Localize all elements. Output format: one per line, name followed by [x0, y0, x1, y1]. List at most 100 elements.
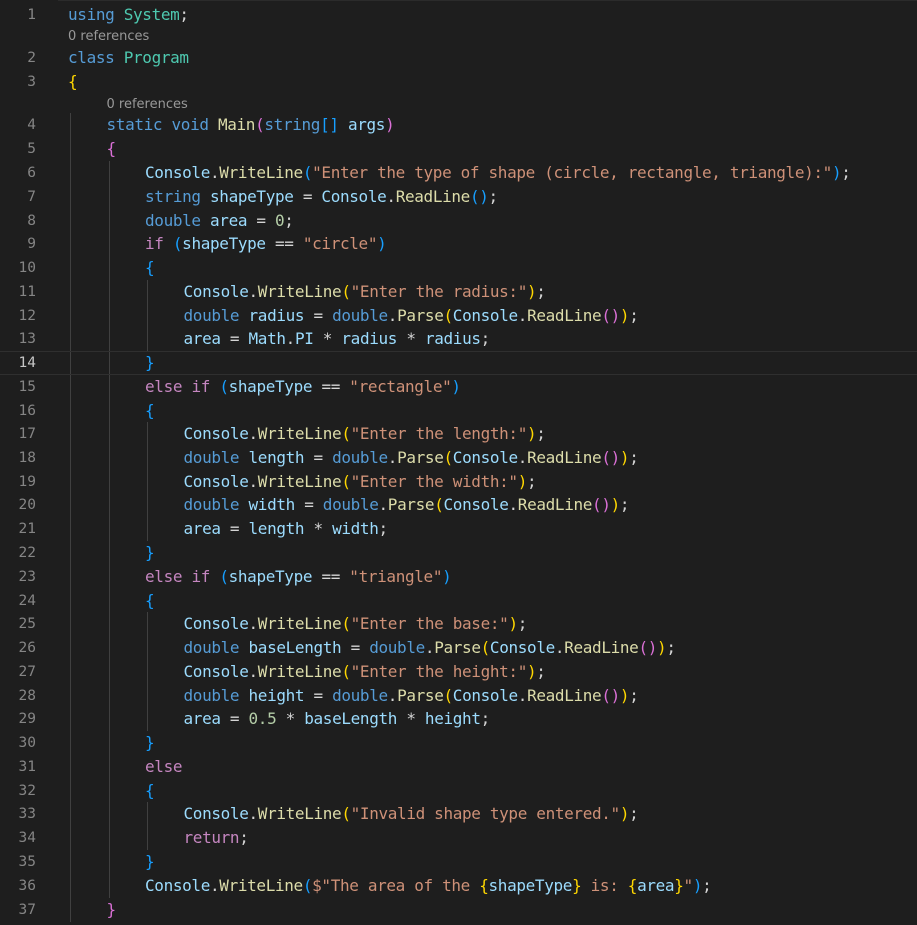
- line-number[interactable]: 32: [0, 779, 36, 803]
- code-text[interactable]: {: [68, 70, 78, 94]
- code-text[interactable]: else if (shapeType == "rectangle"): [145, 375, 461, 399]
- line-number[interactable]: 30: [0, 731, 36, 755]
- line-number[interactable]: 13: [0, 327, 36, 351]
- code-line[interactable]: 30}: [0, 731, 917, 755]
- code-line[interactable]: 36 Console.WriteLine($"The area of the {s…: [0, 874, 917, 898]
- code-line[interactable]: 10 {: [0, 256, 917, 280]
- code-area[interactable]: 0 references 0 references 1 using System; 2 c…: [0, 0, 917, 925]
- code-text[interactable]: {: [145, 256, 155, 280]
- code-line[interactable]: 21 area = length * width;: [0, 517, 917, 541]
- code-lens-references[interactable]: 0 references: [68, 26, 149, 48]
- code-editor[interactable]: 0 references 0 references 1 using System; 2 c…: [0, 0, 917, 925]
- code-line[interactable]: 35}: [0, 850, 917, 874]
- code-line[interactable]: 18 double length = double.Parse(Console.R…: [0, 446, 917, 470]
- code-line[interactable]: 9 if (shapeType == "circle"): [0, 232, 917, 256]
- code-line[interactable]: 26 double baseLength = double.Parse(Conso…: [0, 636, 917, 660]
- code-line[interactable]: 6 Console.WriteLine("Enter the type of sh…: [0, 161, 917, 185]
- code-line[interactable]: 14}: [0, 351, 917, 375]
- line-number[interactable]: 29: [0, 707, 36, 731]
- code-line[interactable]: 27 Console.WriteLine("Enter the height:")…: [0, 660, 917, 684]
- line-number[interactable]: 18: [0, 446, 36, 470]
- code-text[interactable]: double baseLength = double.Parse(Console…: [184, 636, 677, 660]
- line-number[interactable]: 21: [0, 517, 36, 541]
- code-text[interactable]: class Program: [68, 46, 189, 70]
- code-line[interactable]: 31 else: [0, 755, 917, 779]
- code-line[interactable]: 33 Console.WriteLine("Invalid shape type …: [0, 802, 917, 826]
- code-line[interactable]: 25 Console.WriteLine("Enter the base:");: [0, 612, 917, 636]
- code-text[interactable]: Console.WriteLine("Enter the length:");: [184, 422, 546, 446]
- code-line[interactable]: 15 else if (shapeType == "rectangle"): [0, 375, 917, 399]
- code-line[interactable]: 28 double height = double.Parse(Console.R…: [0, 684, 917, 708]
- line-number[interactable]: 22: [0, 541, 36, 565]
- code-line[interactable]: 20 double width = double.Parse(Console.Re…: [0, 493, 917, 517]
- line-number[interactable]: 6: [0, 161, 36, 185]
- code-line[interactable]: 7 string shapeType = Console.ReadLine();: [0, 185, 917, 209]
- code-line[interactable]: 29 area = 0.5 * baseLength * height;: [0, 707, 917, 731]
- code-line[interactable]: 34 return;: [0, 826, 917, 850]
- code-line[interactable]: 17 Console.WriteLine("Enter the length:")…: [0, 422, 917, 446]
- line-number[interactable]: 1: [0, 3, 36, 27]
- code-line[interactable]: 11 Console.WriteLine("Enter the radius:")…: [0, 280, 917, 304]
- code-text[interactable]: static void Main(string[] args): [107, 113, 395, 137]
- code-line[interactable]: 12 double radius = double.Parse(Console.R…: [0, 304, 917, 328]
- line-number[interactable]: 11: [0, 280, 36, 304]
- code-line[interactable]: 32 {: [0, 779, 917, 803]
- code-line[interactable]: 23 else if (shapeType == "triangle"): [0, 565, 917, 589]
- line-number[interactable]: 17: [0, 422, 36, 446]
- code-text[interactable]: double radius = double.Parse(Console.Rea…: [184, 304, 639, 328]
- line-number[interactable]: 36: [0, 874, 36, 898]
- code-line[interactable]: 2 class Program: [0, 46, 917, 70]
- code-text[interactable]: double length = double.Parse(Console.Rea…: [184, 446, 639, 470]
- code-text[interactable]: {: [145, 399, 155, 423]
- line-number[interactable]: 20: [0, 493, 36, 517]
- line-number[interactable]: 27: [0, 660, 36, 684]
- line-number[interactable]: 31: [0, 755, 36, 779]
- code-text[interactable]: else if (shapeType == "triangle"): [145, 565, 452, 589]
- code-text[interactable]: double height = double.Parse(Console.Rea…: [184, 684, 639, 708]
- code-text[interactable]: }: [107, 898, 117, 922]
- line-number[interactable]: 25: [0, 612, 36, 636]
- code-text[interactable]: string shapeType = Console.ReadLine();: [145, 185, 498, 209]
- code-text[interactable]: area = 0.5 * baseLength * height;: [184, 707, 491, 731]
- line-number[interactable]: 16: [0, 399, 36, 423]
- line-number[interactable]: 19: [0, 470, 36, 494]
- code-line[interactable]: 24 {: [0, 589, 917, 613]
- code-text[interactable]: double area = 0;: [145, 209, 294, 233]
- code-line[interactable]: 37}: [0, 898, 917, 922]
- line-number[interactable]: 7: [0, 185, 36, 209]
- line-number[interactable]: 14: [0, 352, 36, 374]
- code-text[interactable]: return;: [184, 826, 249, 850]
- line-number[interactable]: 24: [0, 589, 36, 613]
- code-line[interactable]: 8 double area = 0;: [0, 209, 917, 233]
- code-line[interactable]: 16 {: [0, 399, 917, 423]
- code-text[interactable]: Console.WriteLine($"The area of the {sha…: [145, 874, 712, 898]
- line-number[interactable]: 10: [0, 256, 36, 280]
- line-number[interactable]: 35: [0, 850, 36, 874]
- line-number[interactable]: 2: [0, 46, 36, 70]
- code-text[interactable]: {: [145, 589, 155, 613]
- code-line[interactable]: 4 static void Main(string[] args): [0, 113, 917, 137]
- line-number[interactable]: 5: [0, 137, 36, 161]
- code-text[interactable]: Console.WriteLine("Enter the height:");: [184, 660, 546, 684]
- code-text[interactable]: Console.WriteLine("Invalid shape type en…: [184, 802, 639, 826]
- code-text[interactable]: {: [145, 779, 155, 803]
- line-number[interactable]: 26: [0, 636, 36, 660]
- line-number[interactable]: 8: [0, 209, 36, 233]
- code-text[interactable]: if (shapeType == "circle"): [145, 232, 387, 256]
- code-text[interactable]: using System;: [68, 3, 189, 27]
- code-text[interactable]: }: [145, 731, 155, 755]
- code-line[interactable]: 5{: [0, 137, 917, 161]
- line-number[interactable]: 4: [0, 113, 36, 137]
- code-text[interactable]: Console.WriteLine("Enter the width:");: [184, 470, 537, 494]
- line-number[interactable]: 9: [0, 232, 36, 256]
- code-text[interactable]: }: [145, 541, 155, 565]
- code-text[interactable]: }: [145, 850, 155, 874]
- code-line[interactable]: 3{: [0, 70, 917, 94]
- code-text[interactable]: }: [145, 352, 155, 374]
- code-line[interactable]: 13 area = Math.PI * radius * radius;: [0, 327, 917, 351]
- line-number[interactable]: 33: [0, 802, 36, 826]
- code-text[interactable]: area = length * width;: [184, 517, 389, 541]
- code-line[interactable]: 22}: [0, 541, 917, 565]
- line-number[interactable]: 28: [0, 684, 36, 708]
- line-number[interactable]: 3: [0, 70, 36, 94]
